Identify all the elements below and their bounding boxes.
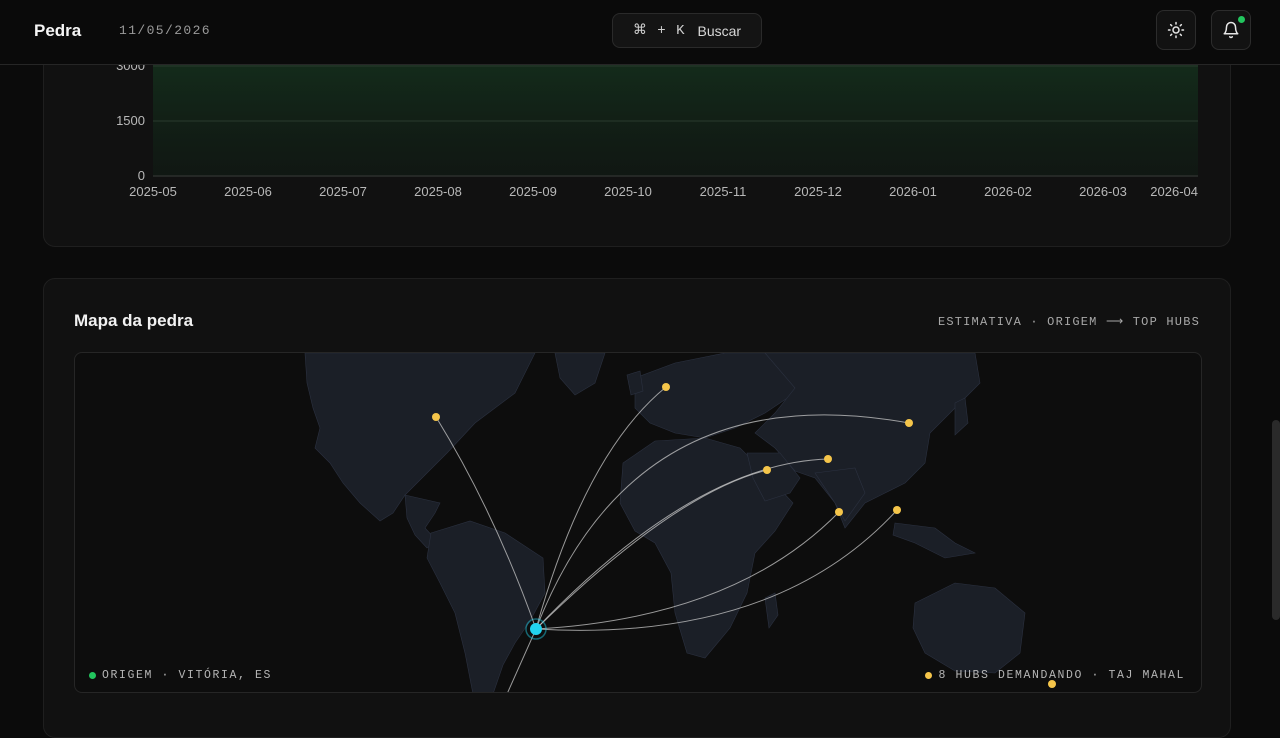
search-shortcut: ⌘ + K [632, 23, 686, 39]
y-tick-label: 0 [138, 168, 145, 183]
landmass-japan [954, 397, 969, 436]
x-tick-label: 2026-02 [984, 184, 1032, 199]
x-tick-label: 2025-10 [604, 184, 652, 199]
world-map[interactable]: ORIGEM · VITÓRIA, ES 8 HUBS DEMANDANDO ·… [74, 352, 1202, 693]
origin-legend-label: ORIGEM · VITÓRIA, ES [102, 669, 273, 682]
search-button[interactable]: ⌘ + K Buscar [612, 13, 762, 48]
map-title: Mapa da pedra [74, 311, 194, 330]
origin-marker [530, 623, 542, 635]
landmass-australia [912, 582, 1026, 674]
landmass-uk [626, 370, 644, 396]
origin-legend-dot [89, 672, 96, 679]
x-tick-label: 2025-05 [129, 184, 177, 199]
world-map-svg [304, 353, 1056, 692]
notifications-button[interactable] [1211, 10, 1251, 50]
x-tick-label: 2025-07 [319, 184, 367, 199]
current-date: 11/05/2026 [119, 23, 212, 38]
x-tick-label: 2025-09 [509, 184, 557, 199]
landmass-south-america [426, 520, 546, 692]
hub-marker [432, 413, 440, 421]
x-tick-label: 2026-03 [1079, 184, 1127, 199]
hub-marker [662, 383, 670, 391]
search-label: Buscar [697, 22, 742, 39]
bell-icon [1223, 21, 1239, 39]
origin-legend: ORIGEM · VITÓRIA, ES [89, 669, 272, 682]
theme-toggle-button[interactable] [1156, 10, 1196, 50]
top-bar: Pedra 11/05/2026 ⌘ + K Buscar [0, 0, 1280, 65]
sun-icon [1167, 21, 1185, 39]
y-tick-label: 1500 [116, 113, 145, 128]
hub-marker [763, 466, 771, 474]
page-scrollbar[interactable] [1272, 420, 1280, 620]
x-tick-label: 2026-04 [1150, 184, 1198, 199]
map-subtitle: ESTIMATIVA · ORIGEM ⟶ TOP HUBS [937, 315, 1200, 329]
brand-name[interactable]: Pedra [34, 21, 81, 41]
hub-marker [905, 419, 913, 427]
hub-marker [893, 506, 901, 514]
x-tick-label: 2025-12 [794, 184, 842, 199]
hubs-legend-label: 8 HUBS DEMANDANDO · TAJ MAHAL [938, 669, 1185, 682]
landmass-greenland [554, 353, 606, 396]
hubs-legend-dot [925, 672, 933, 679]
stone-map-card: Mapa da pedra ESTIMATIVA · ORIGEM ⟶ TOP … [43, 278, 1231, 738]
x-tick-label: 2026-01 [889, 184, 937, 199]
x-tick-label: 2025-06 [224, 184, 272, 199]
x-tick-label: 2025-11 [700, 184, 747, 199]
x-tick-label: 2025-08 [414, 184, 462, 199]
hub-marker [824, 455, 832, 463]
hub-marker [835, 508, 843, 516]
landmass-north-america [304, 353, 536, 522]
landmass-southeast-asia [892, 522, 976, 559]
notification-badge [1238, 16, 1245, 23]
hubs-legend: 8 HUBS DEMANDANDO · TAJ MAHAL [925, 669, 1185, 682]
